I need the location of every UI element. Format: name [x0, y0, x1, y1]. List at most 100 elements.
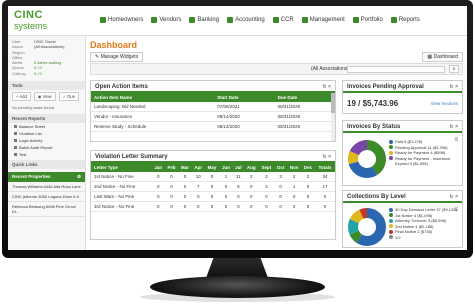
col-header[interactable]: Dec [301, 163, 315, 172]
col-header[interactable]: Totals [314, 163, 335, 172]
brand-line2: systems [14, 21, 48, 31]
col-header[interactable]: Jun [219, 163, 233, 172]
table-row[interactable]: 2nd Notice - No Fine 0 0 0 7 0 0 6 0 3 0 1 0 17 [91, 181, 335, 192]
ledger-icon [227, 17, 234, 23]
col-header[interactable]: Mar [178, 163, 192, 172]
nav-portfolio[interactable]: Portfolio [352, 17, 383, 23]
recent-report-item[interactable]: Test [8, 151, 85, 158]
refresh-close-icon[interactable]: ↻ × [323, 154, 332, 160]
table-row[interactable]: Last Warn - No Fine 0 0 0 0 0 0 0 0 0 0 0 0 0 [91, 191, 335, 202]
cell: 0 [164, 172, 179, 182]
legend-pager-label: 1/2 [395, 234, 401, 240]
legend-item[interactable]: Ready for Payment - Insurance Expired 3 … [389, 156, 459, 167]
nav-ccr[interactable]: CCR [272, 17, 294, 23]
nav-management[interactable]: Management [301, 17, 345, 23]
nav-label: Homeowners [108, 17, 144, 23]
col-header[interactable]: Start Date [214, 93, 275, 102]
col-header[interactable]: Jan [151, 163, 165, 172]
cell: 0 [204, 201, 220, 212]
col-header[interactable]: Due Date [274, 93, 335, 102]
cell: 0 [274, 201, 288, 212]
todo-add-button[interactable]: + Add [12, 92, 31, 102]
dashboard-button[interactable]: ▦ Dashboard [422, 52, 463, 62]
manage-widgets-button[interactable]: ✎ Manage Widgets [90, 52, 144, 62]
search-icon[interactable]: ⌕ [449, 65, 459, 73]
col-header[interactable]: May [204, 163, 220, 172]
recent-report-item[interactable]: Balance Sheet [8, 123, 85, 130]
cell: 3rd Notice - No Fine [91, 201, 152, 212]
cell: 0 [244, 201, 259, 212]
refresh-close-icon[interactable]: ↻ × [450, 194, 459, 200]
invoices-pending-panel: Invoices Pending Approval ↻ × 19 / $5,743… [342, 80, 463, 114]
table-row[interactable]: Reserve Study - Schedule 08/14/2020 08/31/… [91, 121, 335, 132]
association-search-input[interactable] [347, 66, 445, 73]
recent-property-item[interactable]: Rebecca Birdsong 6498 Pine Grove Dr... [8, 202, 85, 218]
col-header[interactable]: Oct [274, 163, 288, 172]
report-icon [14, 125, 17, 129]
collections-title: Collections By Level [347, 194, 406, 200]
todo-view-button[interactable]: ◉ View [33, 92, 56, 102]
recent-property-item[interactable]: CINC jetheme 3050 Laguna Drive # 8 [8, 192, 85, 203]
legend-swatch [389, 224, 393, 229]
nav-vendors[interactable]: Vendors [151, 17, 181, 23]
nav-homeowners[interactable]: Homeowners [100, 17, 143, 23]
nav-label: Reports [398, 17, 420, 23]
cell: 08/14/2020 [214, 111, 275, 122]
recent-report-item[interactable]: Batch Audit Report [8, 144, 85, 151]
scrollbar-thumb[interactable] [331, 93, 335, 113]
col-header[interactable]: Apr [191, 163, 205, 172]
table-row[interactable]: Vendor - Insurance 08/14/2020 08/31/2026 [91, 111, 335, 122]
nav-label: Portfolio [360, 17, 383, 23]
cell: 11 [232, 172, 245, 182]
refresh-close-icon[interactable]: ↻ × [323, 84, 332, 90]
cell: 1 [287, 181, 302, 192]
refresh-close-icon[interactable]: ↻ × [450, 124, 459, 130]
cell: 0 [151, 181, 165, 192]
calllog-value[interactable]: 0 / 0 [34, 71, 42, 76]
quick-links-header[interactable]: Quick Links [8, 160, 85, 170]
violation-summary-panel: Violation Letter Summary ↻ × Letter Type J… [90, 150, 336, 240]
nav-banking[interactable]: Banking [189, 17, 219, 23]
refresh-close-icon[interactable]: ↻ × [450, 84, 459, 90]
brand-logo[interactable]: CINC systems [14, 10, 74, 34]
table-row[interactable]: 1st Notice - No Fine 0 0 0 10 0 1 11 2 3 3 2 2 34 [91, 172, 335, 182]
cell: 0 [219, 181, 233, 192]
cell: 2 [287, 172, 302, 182]
legend-pager[interactable]: 1/2 [389, 235, 459, 241]
recent-report-label: Batch Audit Report [19, 145, 53, 151]
monitor-base [150, 276, 325, 298]
table-row[interactable]: Landscaping: Bid Needed 07/06/2021 08/31/2… [91, 102, 335, 112]
todo-due-button[interactable]: ✓ Due [58, 92, 80, 102]
settings-icon[interactable]: ⚙ [77, 174, 81, 180]
building-icon [301, 17, 308, 23]
recent-property-item[interactable]: Thomas Williams 6446 Alta Rosa Lane [8, 182, 85, 193]
recent-report-item[interactable]: Violation List [8, 130, 85, 137]
cell: 0 [287, 201, 302, 212]
col-header[interactable]: Aug [244, 163, 259, 172]
user-value[interactable]: (All Associations) [34, 44, 64, 49]
cell: 0 [191, 201, 205, 212]
nav-reports[interactable]: Reports [390, 17, 420, 23]
screen: CINC systems Homeowners Vendors Banking … [8, 6, 467, 250]
collections-legend: 30 Day Demand Letter 37 ($9,125) 1st Not… [389, 207, 459, 241]
open-items-title: Open Action Items [95, 84, 148, 90]
col-header[interactable]: Letter Type [91, 163, 152, 172]
col-header[interactable]: Feb [164, 163, 179, 172]
cell: 6 [232, 181, 245, 192]
col-header[interactable]: Jul [232, 163, 245, 172]
col-header[interactable]: Nov [287, 163, 302, 172]
recent-report-label: Login Activity [19, 138, 43, 144]
legend-swatch [389, 229, 393, 234]
cell: 08/31/2026 [274, 102, 335, 112]
recent-report-item[interactable]: Login Activity [8, 137, 85, 144]
report-icon [14, 153, 17, 157]
col-header[interactable]: Action Item Name [91, 93, 215, 102]
nav-accounting[interactable]: Accounting [227, 17, 265, 23]
recent-report-label: Violation List [19, 131, 42, 137]
table-row[interactable]: 3rd Notice - No Fine 0 0 0 0 0 0 0 0 0 0 0 0 0 [91, 201, 335, 212]
view-invoices-link[interactable]: View Invoices [431, 101, 458, 106]
scrollbar[interactable] [331, 93, 335, 141]
cell: 7 [191, 181, 205, 192]
cell: 1st Notice - No Fine [91, 172, 152, 182]
col-header[interactable]: Sept [258, 163, 275, 172]
